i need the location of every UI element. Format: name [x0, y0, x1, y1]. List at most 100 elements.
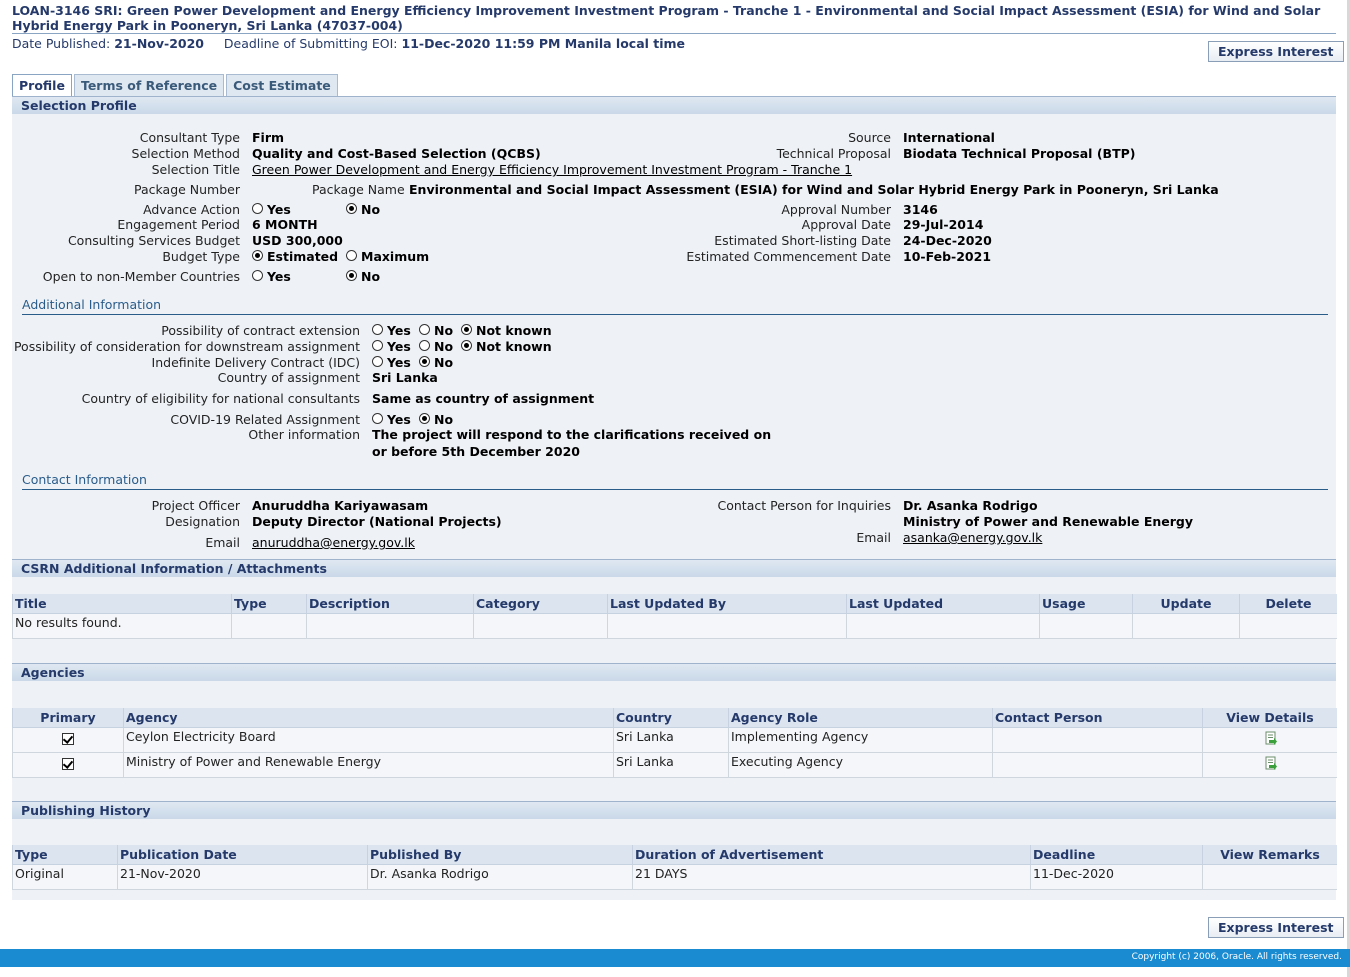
- no-label: No: [434, 412, 454, 427]
- advance-action-yes[interactable]: Yes: [252, 202, 291, 217]
- empty-cell: [846, 613, 1040, 639]
- approval-number: 3146: [903, 202, 938, 217]
- pub-date: 21-Nov-2020: [117, 864, 368, 890]
- agency-country: Sri Lanka: [613, 752, 729, 778]
- covid-label: COVID-19 Related Assignment: [170, 412, 360, 427]
- technical-proposal-label: Technical Proposal: [776, 146, 891, 161]
- downstream-not-known[interactable]: Not known: [461, 339, 552, 354]
- primary-cell: [12, 727, 124, 753]
- col-description: Description: [306, 594, 474, 614]
- budget-type-maximum[interactable]: Maximum: [346, 249, 429, 264]
- table-row: No results found.: [12, 613, 1337, 639]
- yes-label: Yes: [267, 202, 291, 217]
- advance-action-no[interactable]: No: [346, 202, 380, 217]
- table-header-row: Primary Agency Country Agency Role Conta…: [12, 708, 1337, 728]
- downstream-yes[interactable]: Yes: [372, 339, 411, 354]
- budget-label: Consulting Services Budget: [67, 233, 240, 248]
- col-type: Type: [12, 845, 118, 865]
- copyright-text: Copyright (c) 2006, Oracle. All rights r…: [1131, 952, 1342, 962]
- other-info-line1: The project will respond to the clarific…: [372, 427, 772, 442]
- budget-type-estimated[interactable]: Estimated: [252, 249, 338, 264]
- radio-icon: [372, 413, 383, 424]
- downstream-label: Possibility of consideration for downstr…: [13, 339, 360, 354]
- attachments-header: CSRN Additional Information / Attachment…: [12, 559, 1336, 577]
- no-label: No: [434, 339, 454, 354]
- idc-yes[interactable]: Yes: [372, 355, 411, 370]
- col-publication-date: Publication Date: [117, 845, 368, 865]
- inquiry-email-label: Email: [856, 530, 891, 545]
- checkbox-checked-icon[interactable]: [62, 732, 74, 745]
- extension-yes[interactable]: Yes: [372, 323, 411, 338]
- no-label: No: [434, 355, 454, 370]
- empty-cell: [473, 613, 608, 639]
- covid-no[interactable]: No: [419, 412, 453, 427]
- tab-cost-estimate[interactable]: Cost Estimate: [226, 74, 338, 97]
- approval-date: 29-Jul-2014: [903, 217, 984, 232]
- source-label: Source: [848, 130, 891, 145]
- col-deadline: Deadline: [1030, 845, 1203, 865]
- shortlisting-date: 24-Dec-2020: [903, 233, 992, 248]
- eligibility: Same as country of assignment: [372, 391, 595, 406]
- tab-profile[interactable]: Profile: [12, 74, 72, 97]
- date-published: 21-Nov-2020: [114, 36, 204, 51]
- inquiry-contact-name: Dr. Asanka Rodrigo: [903, 498, 1038, 513]
- country-assignment-label: Country of assignment: [217, 370, 360, 385]
- idc-no[interactable]: No: [419, 355, 453, 370]
- agency-role: Implementing Agency: [728, 727, 993, 753]
- empty-cell: [607, 613, 847, 639]
- designation-label: Designation: [165, 514, 240, 529]
- no-results-text: No results found.: [12, 613, 232, 639]
- primary-cell: [12, 752, 124, 778]
- col-update: Update: [1132, 594, 1240, 614]
- col-view-remarks: View Remarks: [1202, 845, 1337, 865]
- checkbox-checked-icon[interactable]: [62, 757, 74, 770]
- table-row: Ministry of Power and Renewable Energy S…: [12, 752, 1337, 778]
- empty-cell: [306, 613, 474, 639]
- view-details-icon[interactable]: [1264, 731, 1277, 745]
- radio-icon: [346, 250, 357, 261]
- header-divider: [12, 33, 1336, 34]
- downstream-no[interactable]: No: [419, 339, 453, 354]
- consultant-type-label: Consultant Type: [139, 130, 240, 145]
- pub-type: Original: [12, 864, 118, 890]
- approval-number-label: Approval Number: [781, 202, 891, 217]
- radio-selected-icon: [346, 203, 357, 214]
- attachments-table: Title Type Description Category Last Upd…: [12, 594, 1337, 639]
- agencies-table: Primary Agency Country Agency Role Conta…: [12, 708, 1337, 778]
- express-interest-button-bottom[interactable]: Express Interest: [1208, 917, 1344, 938]
- officer-email-link[interactable]: anuruddha@energy.gov.lk: [252, 535, 415, 550]
- agency-country: Sri Lanka: [613, 727, 729, 753]
- tab-terms-of-reference[interactable]: Terms of Reference: [73, 74, 225, 97]
- selection-title-label: Selection Title: [151, 162, 240, 177]
- inquiry-contact-org: Ministry of Power and Renewable Energy: [903, 514, 1193, 529]
- extension-not-known[interactable]: Not known: [461, 323, 552, 338]
- officer-email-label: Email: [205, 535, 240, 550]
- view-details-icon[interactable]: [1264, 756, 1277, 770]
- express-interest-button-top[interactable]: Express Interest: [1208, 41, 1344, 62]
- agency-name: Ministry of Power and Renewable Energy: [123, 752, 614, 778]
- publishing-history-table: Type Publication Date Published By Durat…: [12, 845, 1337, 890]
- radio-icon: [252, 270, 263, 281]
- agency-contact: [992, 752, 1203, 778]
- source: International: [903, 130, 995, 145]
- table-row: Original 21-Nov-2020 Dr. Asanka Rodrigo …: [12, 864, 1337, 890]
- col-delete: Delete: [1239, 594, 1337, 614]
- radio-selected-icon: [346, 270, 357, 281]
- engagement-period-label: Engagement Period: [117, 217, 240, 232]
- selection-title-link[interactable]: Green Power Development and Energy Effic…: [252, 162, 852, 177]
- col-duration: Duration of Advertisement: [632, 845, 1031, 865]
- open-non-member-no[interactable]: No: [346, 269, 380, 284]
- radio-icon: [419, 340, 430, 351]
- open-non-member-yes[interactable]: Yes: [252, 269, 291, 284]
- engagement-period: 6 MONTH: [252, 217, 318, 232]
- idc-label: Indefinite Delivery Contract (IDC): [151, 355, 360, 370]
- inquiry-email-link[interactable]: asanka@energy.gov.lk: [903, 530, 1042, 545]
- extension-no[interactable]: No: [419, 323, 453, 338]
- view-details-cell: [1202, 727, 1337, 753]
- approval-date-label: Approval Date: [801, 217, 891, 232]
- yes-label: Yes: [387, 355, 411, 370]
- technical-proposal: Biodata Technical Proposal (BTP): [903, 146, 1136, 161]
- covid-yes[interactable]: Yes: [372, 412, 411, 427]
- package-number-label: Package Number: [134, 182, 240, 197]
- radio-icon: [419, 324, 430, 335]
